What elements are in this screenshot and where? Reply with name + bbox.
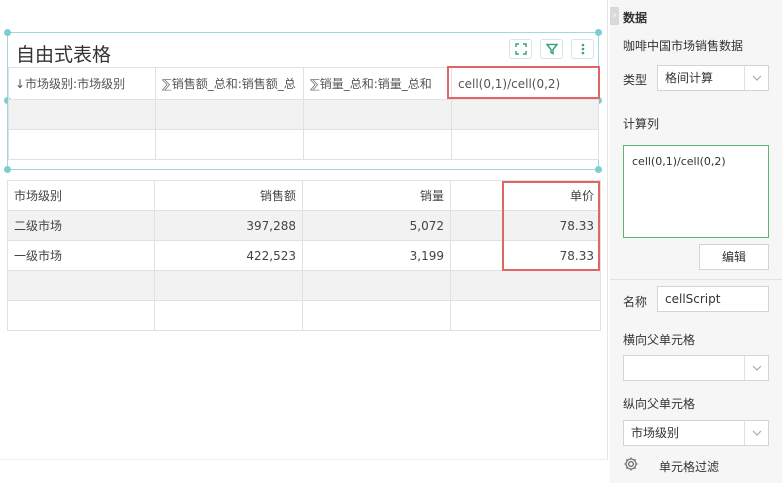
h-parent-label: 横向父单元格: [623, 333, 696, 347]
type-select[interactable]: 格间计算: [657, 65, 769, 91]
calc-column-label: 计算列: [623, 117, 660, 131]
gear-icon[interactable]: [623, 456, 639, 472]
widget-title: 自由式表格: [16, 44, 112, 66]
h-parent-select[interactable]: [623, 355, 769, 381]
edit-button[interactable]: 编辑: [699, 244, 769, 270]
v-parent-value: 市场级别: [631, 426, 680, 440]
panel-collapse-button[interactable]: ›: [610, 7, 619, 25]
table-cell: [7, 270, 155, 301]
chevron-down-icon: [744, 66, 768, 90]
dataset-name: 咖啡中国市场销售数据: [623, 39, 744, 53]
table-cell: [154, 300, 303, 331]
design-cell[interactable]: [303, 99, 452, 130]
more-button[interactable]: [571, 39, 594, 59]
name-label: 名称: [623, 295, 648, 309]
resize-handle[interactable]: [595, 29, 602, 36]
resize-handle[interactable]: [4, 29, 11, 36]
resize-handle[interactable]: [4, 166, 11, 173]
design-cell[interactable]: ⅀销售额_总和:销售额_总: [155, 67, 304, 100]
table-cell: [154, 270, 303, 301]
design-cell[interactable]: [8, 129, 156, 160]
table-cell: 二级市场: [7, 210, 155, 241]
design-cell[interactable]: [451, 129, 599, 160]
chevron-down-icon: [744, 356, 768, 380]
more-vertical-icon: [581, 43, 584, 55]
report-canvas: 自由式表格 ↓市场级别:市场级别 ⅀销售额_总和:销售额_总 ⅀销量_总和:销量…: [0, 0, 608, 460]
design-cell[interactable]: [8, 99, 156, 130]
type-label: 类型: [623, 73, 648, 87]
v-parent-select[interactable]: 市场级别: [623, 420, 769, 446]
filter-icon: [545, 43, 558, 55]
table-header: 销量: [302, 180, 451, 211]
filter-button[interactable]: [540, 39, 563, 59]
table-cell: [450, 270, 601, 301]
formula-editor[interactable]: cell(0,1)/cell(0,2): [623, 145, 769, 238]
table-header: 市场级别: [7, 180, 155, 211]
cell-filter-label[interactable]: 单元格过滤: [659, 458, 719, 475]
table-header: 销售额: [154, 180, 303, 211]
fullscreen-icon: [514, 43, 527, 55]
result-column-highlight: [502, 181, 600, 271]
design-cell[interactable]: [155, 99, 304, 130]
design-cell[interactable]: [303, 129, 452, 160]
free-table-widget[interactable]: 自由式表格 ↓市场级别:市场级别 ⅀销售额_总和:销售额_总 ⅀销量_总和:销量…: [4, 29, 602, 173]
divider: [610, 279, 782, 280]
selected-cell-highlight: [447, 66, 600, 99]
design-cell[interactable]: [451, 99, 599, 130]
table-cell: 5,072: [302, 210, 451, 241]
design-cell[interactable]: ↓市场级别:市场级别: [8, 67, 156, 100]
panel-title: 数据: [623, 11, 648, 25]
table-cell: [7, 300, 155, 331]
table-cell: [450, 300, 601, 331]
table-cell: 3,199: [302, 240, 451, 271]
table-cell: [302, 300, 451, 331]
design-cell[interactable]: [155, 129, 304, 160]
fullscreen-button[interactable]: [509, 39, 532, 59]
table-row: [7, 300, 601, 331]
table-cell: 一级市场: [7, 240, 155, 271]
table-cell: 397,288: [154, 210, 303, 241]
table-cell: 422,523: [154, 240, 303, 271]
resize-handle[interactable]: [595, 166, 602, 173]
name-input[interactable]: cellScript: [657, 286, 769, 312]
table-row: [7, 270, 601, 301]
table-cell: [302, 270, 451, 301]
chevron-down-icon: [744, 421, 768, 445]
v-parent-label: 纵向父单元格: [623, 397, 696, 411]
type-select-value: 格间计算: [665, 71, 714, 85]
design-cell[interactable]: ⅀销量_总和:销量_总和: [303, 67, 452, 100]
data-panel: › 数据 咖啡中国市场销售数据 类型 格间计算 计算列 cell(0,1)/ce…: [610, 0, 782, 483]
